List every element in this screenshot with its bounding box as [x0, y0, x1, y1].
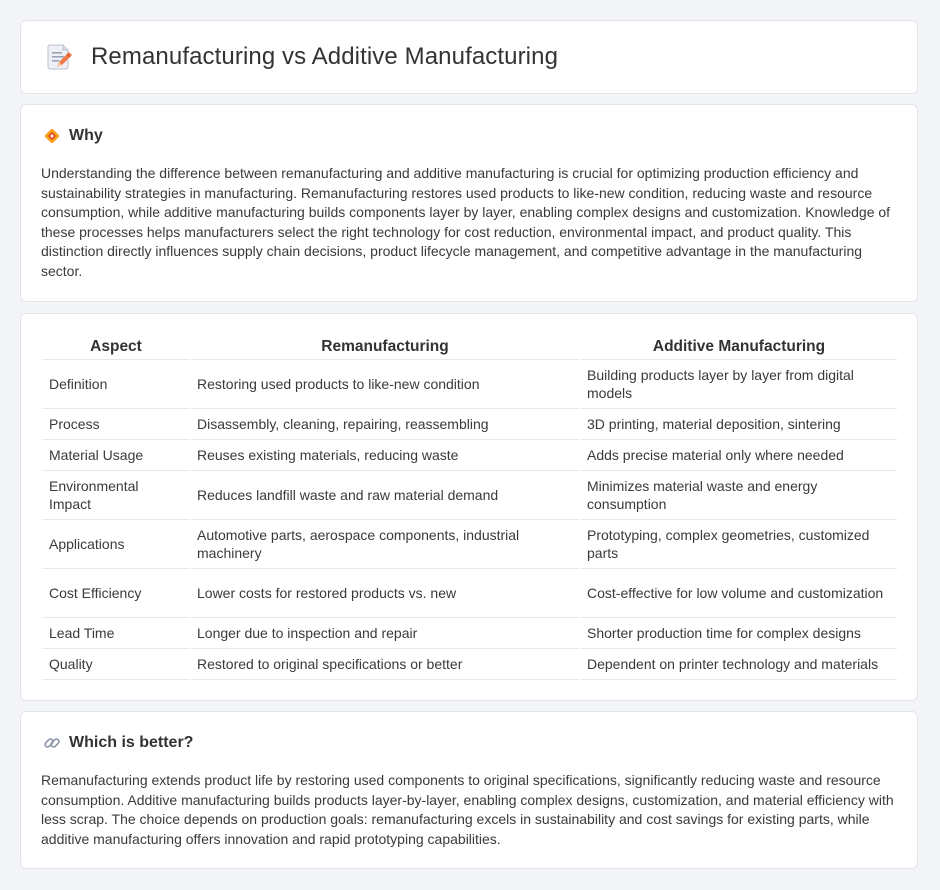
table-row: Material Usage Reuses existing materials…: [43, 440, 897, 471]
link-icon: [43, 734, 61, 752]
remanufacturing-cell: Longer due to inspection and repair: [191, 618, 579, 649]
additive-cell: Dependent on printer technology and mate…: [581, 649, 897, 680]
additive-cell: Prototyping, complex geometries, customi…: [581, 520, 897, 569]
remanufacturing-cell: Restored to original specifications or b…: [191, 649, 579, 680]
aspect-cell: Material Usage: [43, 440, 189, 471]
why-section: Why Understanding the difference between…: [20, 104, 918, 302]
remanufacturing-cell: Reduces landfill waste and raw material …: [191, 471, 579, 520]
aspect-cell: Definition: [43, 360, 189, 409]
aspect-cell: Quality: [43, 649, 189, 680]
table-header-row: Aspect Remanufacturing Additive Manufact…: [43, 334, 897, 360]
column-header-additive: Additive Manufacturing: [581, 334, 897, 360]
additive-cell: Minimizes material waste and energy cons…: [581, 471, 897, 520]
additive-cell: 3D printing, material deposition, sinter…: [581, 409, 897, 440]
better-heading-row: Which is better?: [43, 734, 193, 752]
table-row: Process Disassembly, cleaning, repairing…: [43, 409, 897, 440]
additive-cell: Adds precise material only where needed: [581, 440, 897, 471]
header-card: Remanufacturing vs Additive Manufacturin…: [20, 20, 918, 94]
aspect-cell: Environmental Impact: [43, 471, 189, 520]
aspect-cell: Process: [43, 409, 189, 440]
remanufacturing-cell: Lower costs for restored products vs. ne…: [191, 569, 579, 618]
remanufacturing-cell: Automotive parts, aerospace components, …: [191, 520, 579, 569]
aspect-cell: Applications: [43, 520, 189, 569]
aspect-cell: Lead Time: [43, 618, 189, 649]
additive-cell: Building products layer by layer from di…: [581, 360, 897, 409]
additive-cell: Shorter production time for complex desi…: [581, 618, 897, 649]
table-row: Definition Restoring used products to li…: [43, 360, 897, 409]
table-row: Applications Automotive parts, aerospace…: [43, 520, 897, 569]
comparison-section: Aspect Remanufacturing Additive Manufact…: [20, 313, 918, 701]
remanufacturing-cell: Disassembly, cleaning, repairing, reasse…: [191, 409, 579, 440]
additive-cell: Cost-effective for low volume and custom…: [581, 569, 897, 618]
column-header-aspect: Aspect: [43, 334, 189, 360]
table-row: Quality Restored to original specificati…: [43, 649, 897, 680]
table-row: Cost Efficiency Lower costs for restored…: [43, 569, 897, 618]
table-row: Environmental Impact Reduces landfill wa…: [43, 471, 897, 520]
page-title: Remanufacturing vs Additive Manufacturin…: [91, 43, 559, 70]
document-pencil-icon: [47, 43, 73, 71]
title-row: Remanufacturing vs Additive Manufacturin…: [47, 43, 558, 71]
better-heading: Which is better?: [69, 734, 194, 751]
remanufacturing-cell: Reuses existing materials, reducing wast…: [191, 440, 579, 471]
why-text: Understanding the difference between rem…: [41, 165, 891, 279]
aspect-cell: Cost Efficiency: [43, 569, 189, 618]
diamond-warning-icon: [43, 127, 61, 145]
table-row: Lead Time Longer due to inspection and r…: [43, 618, 897, 649]
why-heading-row: Why: [43, 127, 103, 145]
which-is-better-section: Which is better? Remanufacturing extends…: [20, 711, 918, 869]
better-text: Remanufacturing extends product life by …: [41, 772, 894, 847]
comparison-table: Aspect Remanufacturing Additive Manufact…: [41, 334, 899, 680]
column-header-remanufacturing: Remanufacturing: [191, 334, 579, 360]
remanufacturing-cell: Restoring used products to like-new cond…: [191, 360, 579, 409]
why-heading: Why: [69, 127, 103, 144]
